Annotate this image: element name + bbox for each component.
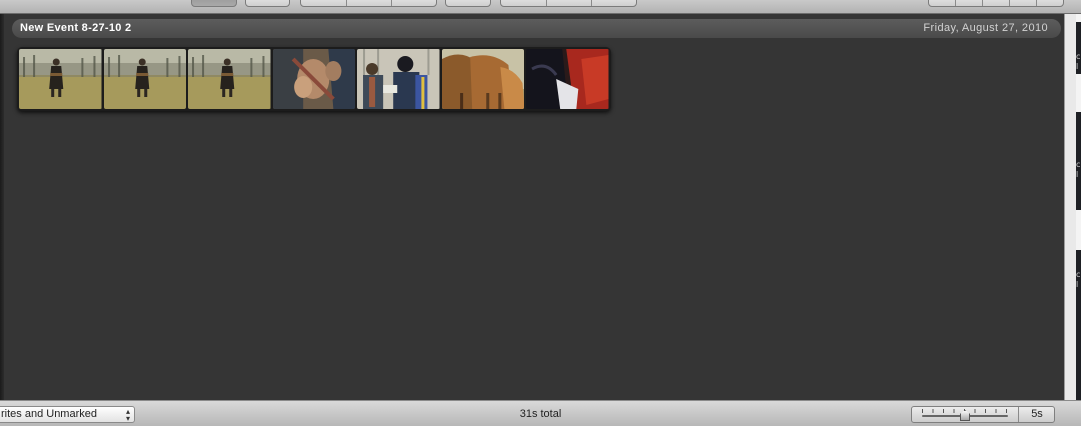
filmstrip-frame[interactable]	[188, 49, 271, 109]
event-browser: New Event 8-27-10 2 Friday, August 27, 2…	[4, 14, 1064, 400]
field-person-thumbnail	[188, 49, 271, 109]
field-person-thumbnail	[103, 49, 186, 109]
filmstrip-frame[interactable]	[19, 49, 102, 109]
vertical-scrollbar[interactable]	[1064, 14, 1076, 400]
zoom-duration-value: 5s	[1031, 408, 1043, 420]
toolbar-segment[interactable]	[592, 0, 636, 6]
toolbar-segmented-control[interactable]	[300, 0, 437, 7]
event-date: Friday, August 27, 2010	[923, 22, 1048, 34]
event-header[interactable]: New Event 8-27-10 2 Friday, August 27, 2…	[12, 19, 1061, 38]
right-panel-light	[1076, 210, 1081, 250]
toolbar-segment[interactable]	[392, 0, 436, 6]
toolbar-segment[interactable]	[956, 0, 983, 6]
event-title: New Event 8-27-10 2	[20, 22, 132, 34]
men-group-thumbnail	[357, 49, 440, 109]
clip-filmstrip[interactable]	[17, 47, 611, 111]
filmstrip-frame[interactable]	[103, 49, 186, 109]
thumbnail-zoom-control[interactable]: 5s	[911, 406, 1055, 423]
horses-thumbnail	[441, 49, 524, 109]
toolbar-segmented-control[interactable]	[500, 0, 637, 7]
zoom-slider[interactable]	[912, 407, 1019, 422]
filmstrip-frame[interactable]	[272, 49, 355, 109]
hands-closeup-thumbnail	[272, 49, 355, 109]
toolbar-button-selected[interactable]	[191, 0, 237, 7]
toolbar-segment[interactable]	[547, 0, 592, 6]
bottom-bar: rites and Unmarked ▴ ▾ 31s total 5s	[0, 400, 1081, 426]
dark-red-closeup-thumbnail	[526, 49, 609, 109]
filmstrip-frame[interactable]	[441, 49, 524, 109]
toolbar-segment[interactable]	[347, 0, 392, 6]
toolbar-segment[interactable]	[929, 0, 956, 6]
right-panel-glyph: cl	[1076, 52, 1081, 71]
toolbar-segment[interactable]	[983, 0, 1010, 6]
toolbar-segmented-control[interactable]	[928, 0, 1064, 7]
filmstrip-frame[interactable]	[357, 49, 440, 109]
toolbar-segment[interactable]	[301, 0, 347, 6]
right-panel-light	[1076, 74, 1081, 112]
toolbar-button[interactable]	[445, 0, 491, 7]
right-panel-light	[1076, 14, 1081, 22]
toolbar-segment[interactable]	[1037, 0, 1063, 6]
toolbar-segment[interactable]	[1010, 0, 1037, 6]
right-panel-glyph: cl	[1076, 160, 1081, 179]
right-panel-glyph: cl	[1076, 270, 1081, 289]
top-toolbar	[0, 0, 1081, 14]
field-person-thumbnail	[19, 49, 102, 109]
filmstrip-frame[interactable]	[526, 49, 609, 109]
toolbar-button[interactable]	[245, 0, 290, 7]
toolbar-segment[interactable]	[501, 0, 547, 6]
